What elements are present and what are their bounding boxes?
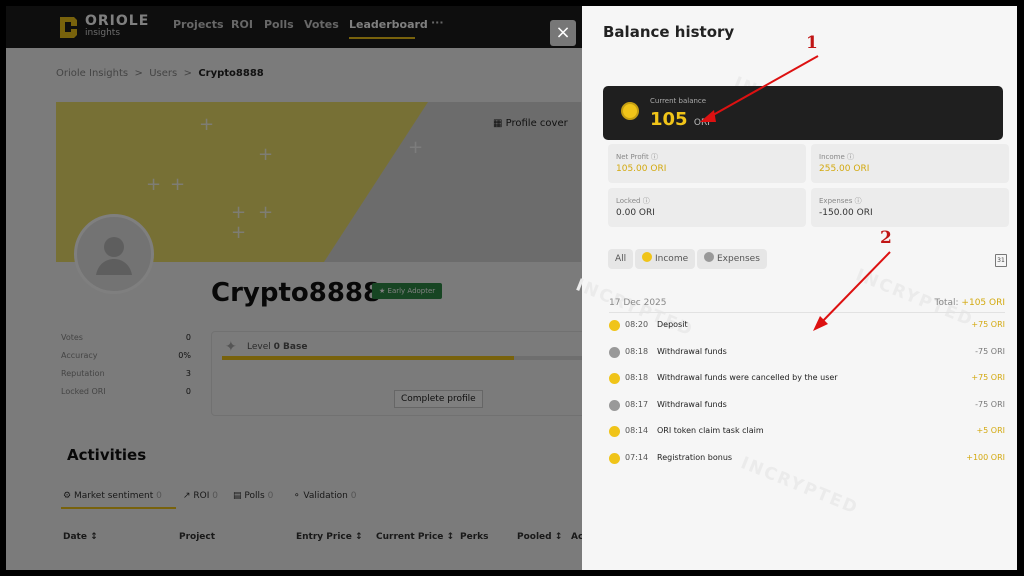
card-unit: ORI [638,208,655,218]
income-card: Income ⓘ 255.00 ORI [811,144,1009,183]
card-label-text: Income [819,153,845,161]
total-value: +105 ORI [961,298,1005,308]
filter-income[interactable]: Income [635,249,696,269]
transaction-time: 08:20 [625,320,649,329]
card-value-number: 105.00 [616,164,648,174]
transaction-description: Withdrawal funds [657,399,727,409]
expenses-card: Expenses ⓘ -150.00 ORI [811,188,1009,227]
transaction-amount: +100 ORI [966,452,1005,462]
app-frame: ORIOLE insights Projects ROI Polls Votes… [6,6,1017,570]
annotation-1: 1 [806,33,818,53]
info-icon[interactable]: ⓘ [651,153,658,161]
annotation-2: 2 [880,228,892,248]
plus-circle-icon [609,452,620,464]
minus-circle-icon [609,399,620,411]
info-icon[interactable]: ⓘ [847,153,854,161]
transaction-description: Withdrawal funds [657,346,727,356]
filter-expenses[interactable]: Expenses [697,249,767,269]
plus-circle-icon [642,252,652,262]
transaction-time: 08:18 [625,346,649,356]
transaction-row[interactable]: 08:18 Withdrawal funds -75 ORI [609,346,1005,360]
transaction-row[interactable]: 07:14 Registration bonus +100 ORI [609,452,1005,466]
plus-circle-icon [609,373,620,384]
panel-title: Balance history [603,23,735,41]
card-value: 0.00 ORI [616,208,655,218]
filter-all[interactable]: All [608,249,634,269]
plus-circle-icon [609,426,620,437]
current-balance-value: 105 ORI [650,109,710,130]
transaction-amount: -75 ORI [975,346,1005,356]
transaction-description: ORI token claim task claim [657,426,764,435]
modal-backdrop[interactable] [6,6,582,570]
ori-coin-icon [621,102,639,120]
transaction-description: Deposit [657,320,688,329]
card-value-number: 255.00 [819,164,851,174]
transaction-description: Registration bonus [657,452,733,462]
current-balance-card: Current balance 105 ORI [603,86,1003,140]
card-unit: ORI [853,164,870,174]
card-unit: ORI [856,208,873,218]
balance-amount: 105 [650,109,688,130]
balance-history-panel: INCRYPTED INCRYPTED INCRYPTED INCRYPTED … [573,6,1017,570]
divider [609,312,1005,313]
transaction-amount: +75 ORI [971,373,1005,382]
transaction-row[interactable]: 08:18 Withdrawal funds were cancelled by … [609,372,1005,386]
total-label: Total: [934,298,959,308]
balance-unit: ORI [693,118,710,128]
card-unit: ORI [650,164,667,174]
group-date: 17 Dec 2025 [609,298,667,308]
info-icon[interactable]: ⓘ [643,197,650,205]
net-profit-card: Net Profit ⓘ 105.00 ORI [608,144,806,183]
card-value: -150.00 ORI [819,208,873,218]
minus-circle-icon [704,252,714,262]
card-value-number: 0.00 [616,208,637,218]
date-group-header: 17 Dec 2025 Total: +105 ORI [609,298,1005,308]
plus-circle-icon [609,320,620,331]
card-value: 255.00 ORI [819,164,869,174]
card-label-text: Locked [616,197,641,205]
card-label-text: Expenses [819,197,853,205]
transaction-time: 08:14 [625,426,649,435]
card-value-number: -150.00 [819,208,854,218]
transaction-amount: +5 ORI [976,426,1005,435]
transaction-description: Withdrawal funds were cancelled by the u… [657,373,838,382]
close-icon[interactable]: × [550,20,576,46]
transaction-row[interactable]: 08:17 Withdrawal funds -75 ORI [609,399,1005,413]
card-label: Expenses ⓘ [819,196,862,206]
card-value: 105.00 ORI [616,164,666,174]
transaction-time: 08:17 [625,399,649,409]
group-total: Total: +105 ORI [934,298,1005,308]
card-label: Locked ⓘ [616,196,650,206]
minus-circle-icon [609,346,620,358]
transaction-time: 08:18 [625,373,649,382]
locked-card: Locked ⓘ 0.00 ORI [608,188,806,227]
info-icon[interactable]: ⓘ [855,197,862,205]
card-label: Net Profit ⓘ [616,152,658,162]
transaction-amount: -75 ORI [975,399,1005,409]
card-label-text: Net Profit [616,153,649,161]
transaction-row[interactable]: 08:20 Deposit +75 ORI [609,319,1005,333]
transaction-time: 07:14 [625,452,649,462]
screenshot: ORIOLE insights Projects ROI Polls Votes… [0,0,1024,576]
calendar-icon[interactable]: 31 [995,254,1007,267]
card-label: Income ⓘ [819,152,854,162]
filter-label: Expenses [717,254,760,264]
current-balance-label: Current balance [650,97,707,105]
filter-label: Income [655,254,689,264]
transaction-row[interactable]: 08:14 ORI token claim task claim +5 ORI [609,425,1005,439]
transaction-amount: +75 ORI [971,320,1005,329]
